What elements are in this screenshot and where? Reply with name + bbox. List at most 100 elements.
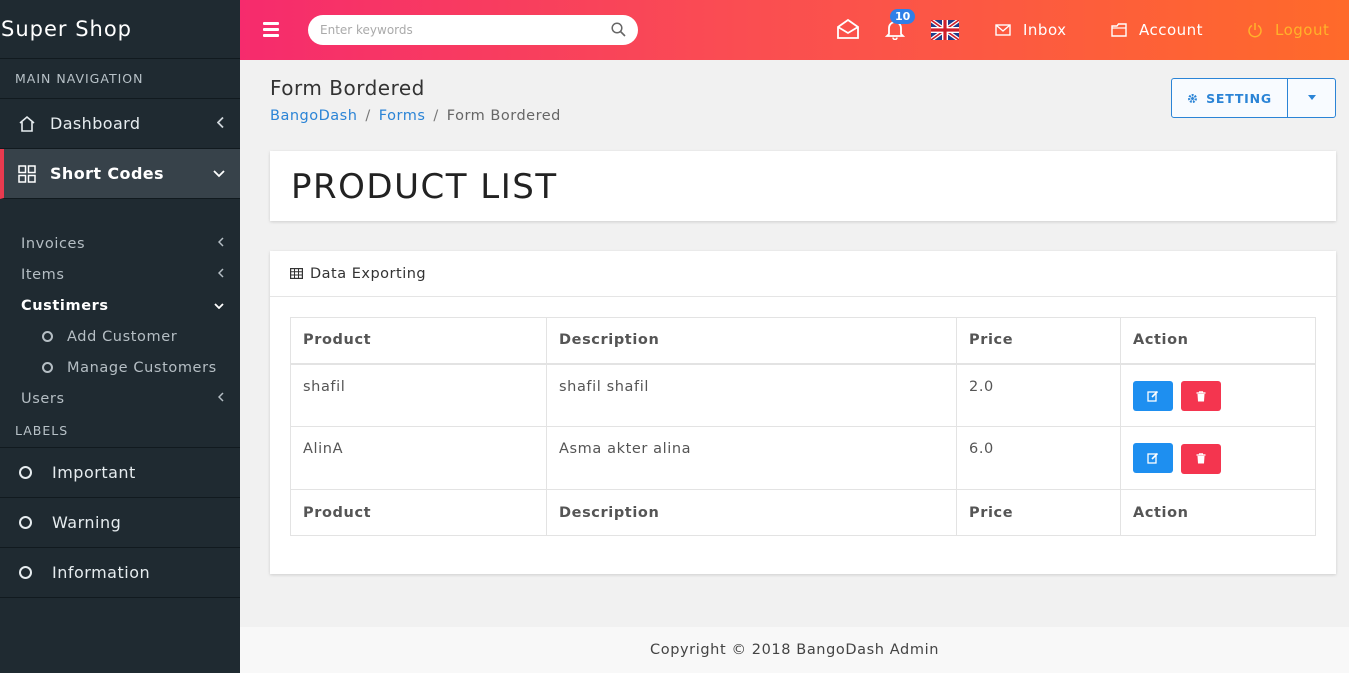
column-footer-action: Action xyxy=(1120,489,1316,536)
breadcrumb-link-home[interactable]: BangoDash xyxy=(270,108,357,124)
setting-dropdown-toggle[interactable] xyxy=(1288,79,1335,117)
cell-description: Asma akter alina xyxy=(546,426,957,490)
circle-icon xyxy=(42,331,53,342)
circle-icon xyxy=(19,566,32,579)
sidebar-item-label: Short Codes xyxy=(50,164,164,183)
table-icon xyxy=(290,268,303,279)
notification-badge: 10 xyxy=(890,9,916,24)
gear-icon xyxy=(1187,93,1198,104)
chevron-down-icon xyxy=(213,167,225,181)
uk-flag-icon[interactable] xyxy=(929,18,961,44)
main-navigation-header: MAIN NAVIGATION xyxy=(0,59,240,99)
table-footer-row: Product Description Price Action xyxy=(290,489,1316,536)
trash-icon xyxy=(1196,453,1206,464)
column-header-product[interactable]: Product xyxy=(290,317,547,365)
cell-price: 2.0 xyxy=(956,363,1121,427)
product-list-heading: PRODUCT LIST xyxy=(291,167,558,207)
label-item-information[interactable]: Information xyxy=(0,548,240,598)
label-item-text: Warning xyxy=(52,513,122,532)
product-list-card: PRODUCT LIST xyxy=(270,151,1336,221)
breadcrumb-link-forms[interactable]: Forms xyxy=(379,108,426,124)
folder-icon xyxy=(1111,23,1127,37)
column-footer-description: Description xyxy=(546,489,957,536)
breadcrumb-separator: / xyxy=(365,108,371,124)
cell-price: 6.0 xyxy=(956,426,1121,490)
caret-down-icon xyxy=(1307,93,1316,103)
search-box xyxy=(308,15,638,45)
page-footer: Copyright © 2018 BangoDash Admin xyxy=(240,627,1349,673)
product-table: Product Description Price Action shafil … xyxy=(290,317,1316,536)
circle-icon xyxy=(19,516,32,529)
sidebar-subitem-label: Items xyxy=(21,266,65,283)
breadcrumb: BangoDash / Forms / Form Bordered xyxy=(270,108,561,124)
sidebar-subitem-label: Manage Customers xyxy=(67,359,217,376)
sidebar-subitem-customers[interactable]: Custimers xyxy=(0,290,240,321)
inbox-label: Inbox xyxy=(1023,21,1067,39)
label-item-text: Important xyxy=(52,463,136,482)
data-exporting-card: Data Exporting Product Description Price… xyxy=(270,251,1336,574)
chevron-left-icon xyxy=(217,268,224,281)
label-item-text: Information xyxy=(52,563,151,582)
breadcrumb-current: Form Bordered xyxy=(446,108,561,124)
column-footer-product: Product xyxy=(290,489,547,536)
sidebar-subitem-items[interactable]: Items xyxy=(0,259,240,290)
logout-link[interactable]: Logout xyxy=(1247,21,1329,39)
chevron-left-icon xyxy=(216,116,225,131)
table-header-row: Product Description Price Action xyxy=(290,317,1316,365)
power-icon xyxy=(1247,22,1263,38)
sidebar-item-short-codes[interactable]: Short Codes xyxy=(0,149,240,199)
sidebar-subitem-invoices[interactable]: Invoices xyxy=(0,228,240,259)
sidebar-subitem-users[interactable]: Users xyxy=(0,383,240,414)
sidebar-subitem-label: Invoices xyxy=(21,235,86,252)
setting-button[interactable]: SETTING xyxy=(1172,79,1288,117)
home-icon xyxy=(18,115,36,133)
column-header-price[interactable]: Price xyxy=(956,317,1121,365)
sidebar: Super Shop MAIN NAVIGATION Dashboard Sho… xyxy=(0,0,240,673)
envelope-open-icon[interactable] xyxy=(836,18,860,44)
cell-product: AlinA xyxy=(290,426,547,490)
topbar: 10 Inbox Account Logout xyxy=(240,0,1349,60)
inbox-link[interactable]: Inbox xyxy=(995,21,1067,39)
chevron-left-icon xyxy=(217,392,224,405)
account-link[interactable]: Account xyxy=(1111,21,1203,39)
sidebar-item-label: Dashboard xyxy=(50,114,141,133)
column-header-description[interactable]: Description xyxy=(546,317,957,365)
sidebar-subitem-label: Custimers xyxy=(21,297,109,314)
edit-button[interactable] xyxy=(1133,380,1173,411)
table-row: shafil shafil shafil 2.0 xyxy=(290,363,1316,427)
card-header: Data Exporting xyxy=(270,251,1336,297)
search-icon[interactable] xyxy=(611,22,626,41)
sidebar-subitem-label: Add Customer xyxy=(67,328,178,345)
edit-button[interactable] xyxy=(1133,443,1173,473)
sidebar-subitem-manage-customers[interactable]: Manage Customers xyxy=(0,352,240,383)
grid-icon xyxy=(18,164,36,183)
cell-description: shafil shafil xyxy=(546,363,957,427)
labels-header: LABELS xyxy=(0,414,240,448)
page-title: Form Bordered xyxy=(270,76,425,100)
logout-label: Logout xyxy=(1275,21,1330,39)
sidebar-item-dashboard[interactable]: Dashboard xyxy=(0,99,240,149)
delete-button[interactable] xyxy=(1181,443,1222,474)
circle-icon xyxy=(19,466,32,479)
hamburger-menu-icon[interactable] xyxy=(263,22,279,40)
setting-split-button: SETTING xyxy=(1171,78,1336,118)
table-row: AlinA Asma akter alina 6.0 xyxy=(290,426,1316,490)
cell-action xyxy=(1120,363,1316,427)
chevron-down-icon xyxy=(214,299,224,312)
cell-action xyxy=(1120,426,1316,490)
copyright-text: Copyright © 2018 BangoDash Admin xyxy=(650,642,939,658)
delete-button[interactable] xyxy=(1181,381,1222,411)
brand-logo[interactable]: Super Shop xyxy=(0,0,240,59)
account-label: Account xyxy=(1139,21,1204,39)
search-input[interactable] xyxy=(320,23,600,37)
label-item-warning[interactable]: Warning xyxy=(0,498,240,548)
column-footer-price: Price xyxy=(956,489,1121,536)
column-header-action: Action xyxy=(1120,317,1316,365)
chevron-left-icon xyxy=(217,237,224,250)
cell-product: shafil xyxy=(290,363,547,427)
card-title: Data Exporting xyxy=(310,265,427,282)
sidebar-subitem-label: Users xyxy=(21,390,65,407)
label-item-important[interactable]: Important xyxy=(0,448,240,498)
short-codes-submenu: Invoices Items Custimers Add Customer Ma… xyxy=(0,199,240,414)
sidebar-subitem-add-customer[interactable]: Add Customer xyxy=(0,321,240,352)
